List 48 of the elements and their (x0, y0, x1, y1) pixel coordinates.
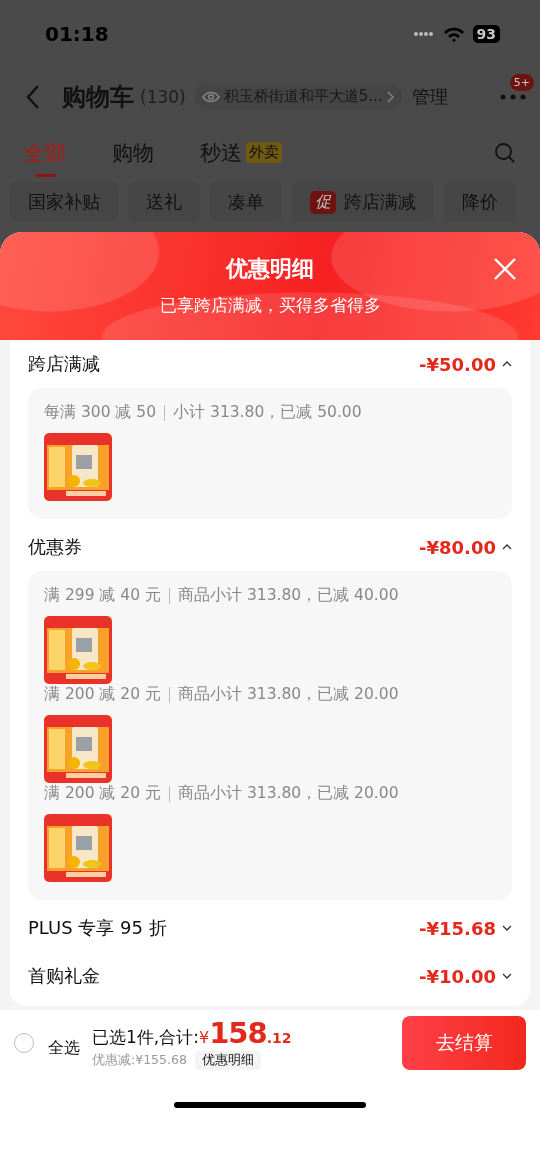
status-time: 01:18 (45, 22, 109, 46)
discount-amount: -¥50.00 (419, 353, 496, 375)
discount-detail: 商品小计 313.80，已减 20.00 (178, 783, 399, 804)
savings-text: 优惠减:¥155.68 (92, 1052, 187, 1069)
more-icon[interactable] (500, 93, 526, 100)
discount-detail: 商品小计 313.80，已减 40.00 (178, 585, 399, 606)
discount-rule: 每满 300 减 50 (44, 402, 157, 423)
close-icon[interactable] (494, 258, 516, 280)
cart-tab[interactable]: 秒送 外卖 (200, 130, 282, 175)
discount-title: 首购礼金 (28, 964, 100, 988)
selection-summary: 已选1件,合计: (92, 1026, 199, 1049)
discount-detail: 小计 313.80，已减 50.00 (173, 402, 362, 423)
chevron-down-icon[interactable] (502, 925, 512, 931)
currency-sign: ¥ (198, 1028, 210, 1047)
select-all-label[interactable]: 全选 (48, 1037, 80, 1059)
discount-rule: 满 200 减 20 元 (44, 783, 162, 804)
discount-rule: 满 200 减 20 元 (44, 684, 162, 705)
chevron-up-icon[interactable] (502, 361, 512, 367)
search-icon[interactable] (494, 141, 516, 164)
notification-badge: 5+ (509, 73, 534, 91)
chevron-up-icon[interactable] (502, 544, 512, 550)
checkout-button[interactable]: 去结算 (402, 1016, 526, 1070)
battery-icon: 93 (472, 25, 500, 43)
chevron-down-icon[interactable] (502, 973, 512, 979)
manage-button[interactable]: 管理 (411, 84, 448, 109)
total-price: 158 (209, 1016, 267, 1050)
back-icon[interactable] (26, 83, 40, 110)
discount-amount: -¥80.00 (419, 536, 496, 558)
discount-title: PLUS 专享 95 折 (28, 916, 167, 940)
discount-detail: 商品小计 313.80，已减 20.00 (178, 684, 399, 705)
delivery-tag: 外卖 (246, 142, 282, 163)
discount-title: 优惠券 (28, 535, 82, 559)
cart-tab[interactable]: 购物 (112, 130, 154, 175)
discount-amount: -¥10.00 (419, 965, 496, 987)
signal-icon (412, 31, 435, 37)
details-button[interactable]: 优惠明细 (194, 1051, 261, 1070)
discount-amount: -¥15.68 (419, 917, 496, 939)
cart-tab[interactable]: 全部 (24, 130, 66, 175)
discount-title: 跨店满减 (28, 352, 100, 376)
total-price-decimal: .12 (266, 1030, 292, 1046)
chevron-right-icon (386, 90, 394, 103)
discount-rule: 满 299 减 40 元 (44, 585, 162, 606)
sheet-title: 优惠明细 (226, 255, 314, 283)
promo-tag: 促 (310, 190, 336, 214)
sheet-subtitle: 已享跨店满减，买得多省得多 (159, 294, 381, 317)
page-title: 购物车 (62, 81, 134, 113)
eye-icon (201, 90, 220, 103)
wifi-icon (442, 26, 465, 42)
